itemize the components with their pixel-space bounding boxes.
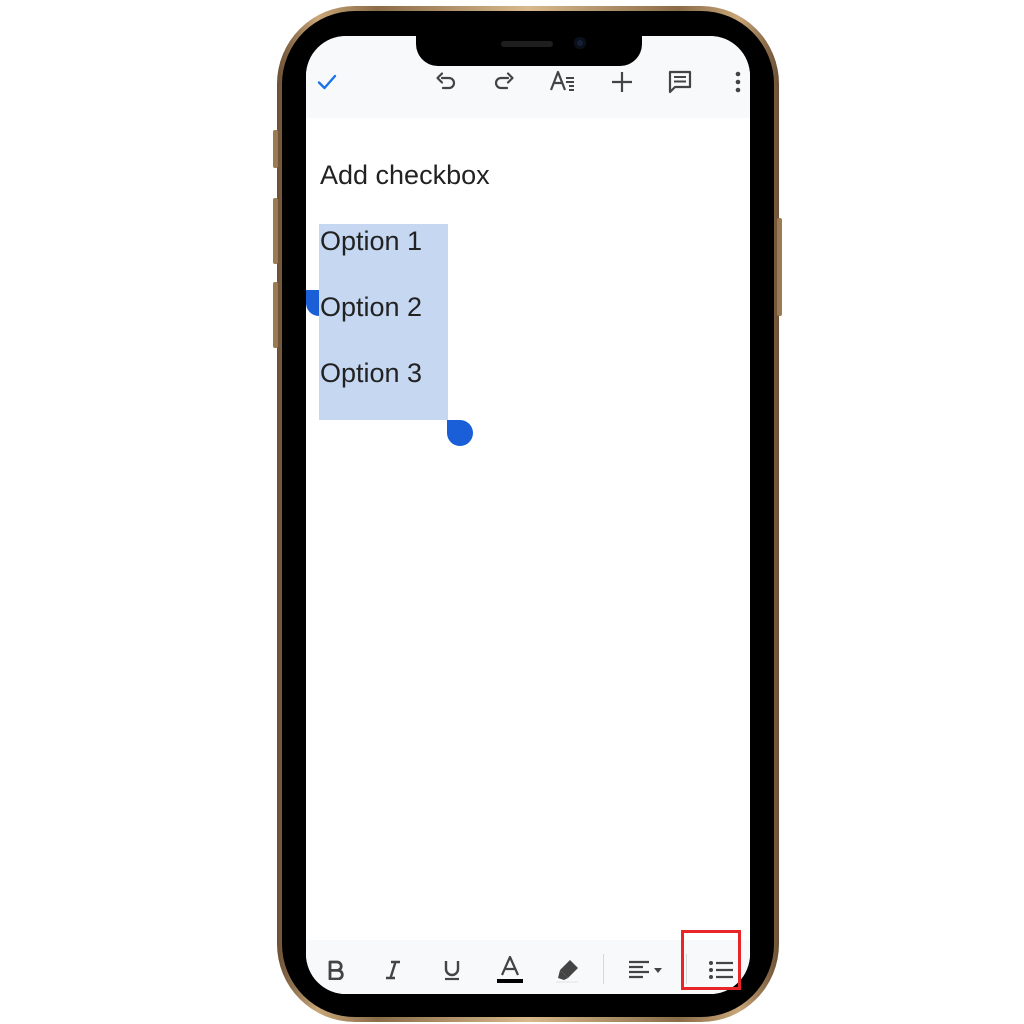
text-color-button[interactable] [493,952,527,988]
phone-screen: Add checkbox Option 1 Option 2 Option 3 [306,36,750,994]
undo-icon [436,72,456,90]
notch [416,36,642,66]
align-button[interactable] [624,952,670,988]
bold-icon [328,960,344,980]
text-color-icon [497,955,523,983]
document-heading[interactable]: Add checkbox [320,160,490,191]
option-line[interactable]: Option 3 [320,358,422,389]
volume-up-button [273,198,278,264]
highlight-color-button[interactable] [551,952,585,988]
text-format-button[interactable] [545,64,581,100]
italic-button[interactable] [376,952,410,988]
insert-button[interactable] [604,64,640,100]
align-left-icon [629,960,662,979]
more-options-button[interactable] [720,64,750,100]
redo-button[interactable] [486,64,522,100]
done-button[interactable] [309,64,345,100]
comment-button[interactable] [662,64,698,100]
front-camera [574,37,586,49]
silent-switch [273,130,278,168]
check-icon [317,74,337,90]
option-line[interactable]: Option 2 [320,292,422,323]
underline-icon [444,961,460,981]
undo-button[interactable] [428,64,464,100]
toolbar-divider [603,954,604,984]
highlight-annotation-box [681,930,741,990]
italic-icon [386,960,400,980]
option-line[interactable]: Option 1 [320,226,422,257]
redo-icon [494,72,514,90]
highlight-icon [556,960,578,983]
selection-end-handle[interactable] [447,420,473,446]
earpiece-speaker [501,41,553,47]
bold-button[interactable] [319,952,353,988]
add-icon [612,72,632,92]
underline-button[interactable] [435,952,469,988]
comment-icon [668,70,692,94]
power-button [777,218,782,316]
more-vert-icon [735,71,741,93]
text-format-icon [549,70,574,91]
volume-down-button [273,282,278,348]
